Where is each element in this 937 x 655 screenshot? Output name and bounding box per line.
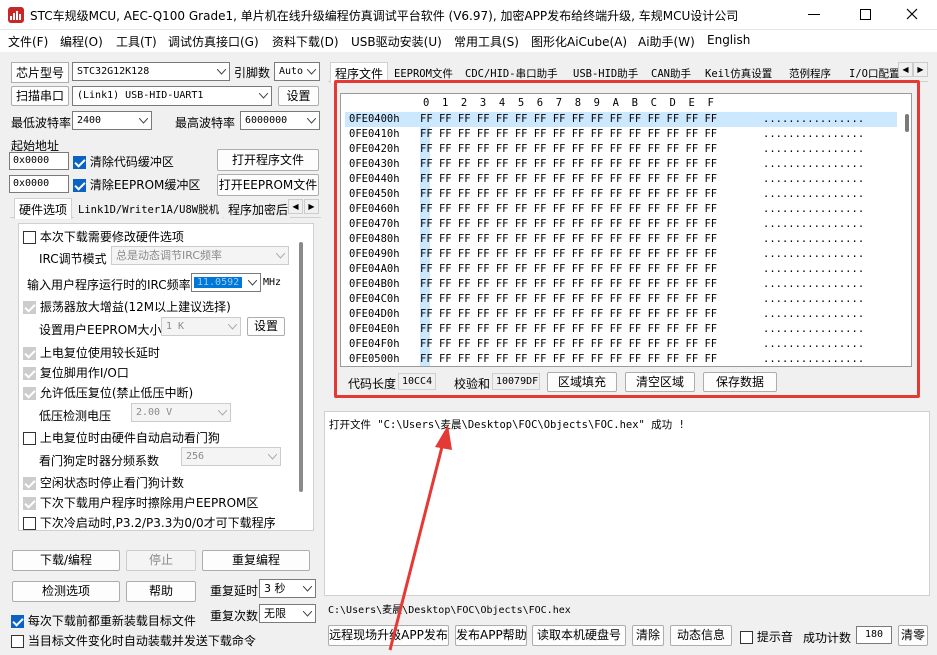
annotation-arrow bbox=[388, 425, 452, 651]
